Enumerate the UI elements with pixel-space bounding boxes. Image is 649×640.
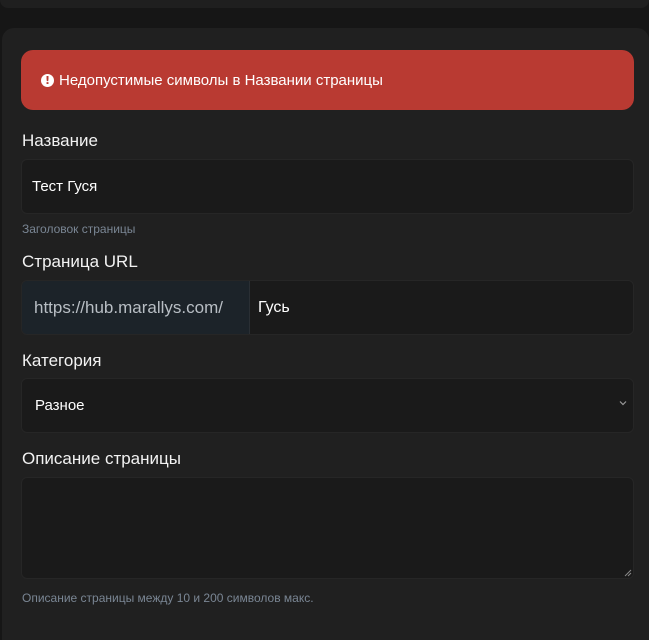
- category-select[interactable]: Разное: [21, 378, 634, 433]
- title-help: Заголовок страницы: [22, 222, 136, 236]
- top-bar: [0, 0, 649, 8]
- url-slug-input[interactable]: Гусь: [250, 281, 633, 334]
- url-prefix: https://hub.marallys.com/: [22, 281, 250, 334]
- description-help: Описание страницы между 10 и 200 символо…: [22, 591, 314, 605]
- error-alert: ! Недопустимые символы в Названии страни…: [21, 50, 634, 110]
- chevron-down-icon: [619, 401, 627, 406]
- category-label: Категория: [22, 351, 102, 370]
- url-input-group: https://hub.marallys.com/ Гусь: [21, 280, 634, 335]
- url-label: Страница URL: [22, 252, 138, 271]
- description-label: Описание страницы: [22, 449, 181, 468]
- title-input[interactable]: Тест Гуся: [21, 159, 634, 214]
- category-selected-value: Разное: [35, 397, 85, 414]
- resize-handle-icon[interactable]: [623, 568, 632, 577]
- alert-message: Недопустимые символы в Названии страницы: [59, 71, 383, 89]
- description-textarea[interactable]: [21, 477, 634, 579]
- title-label: Название: [22, 131, 98, 150]
- exclamation-circle-icon: !: [41, 73, 54, 87]
